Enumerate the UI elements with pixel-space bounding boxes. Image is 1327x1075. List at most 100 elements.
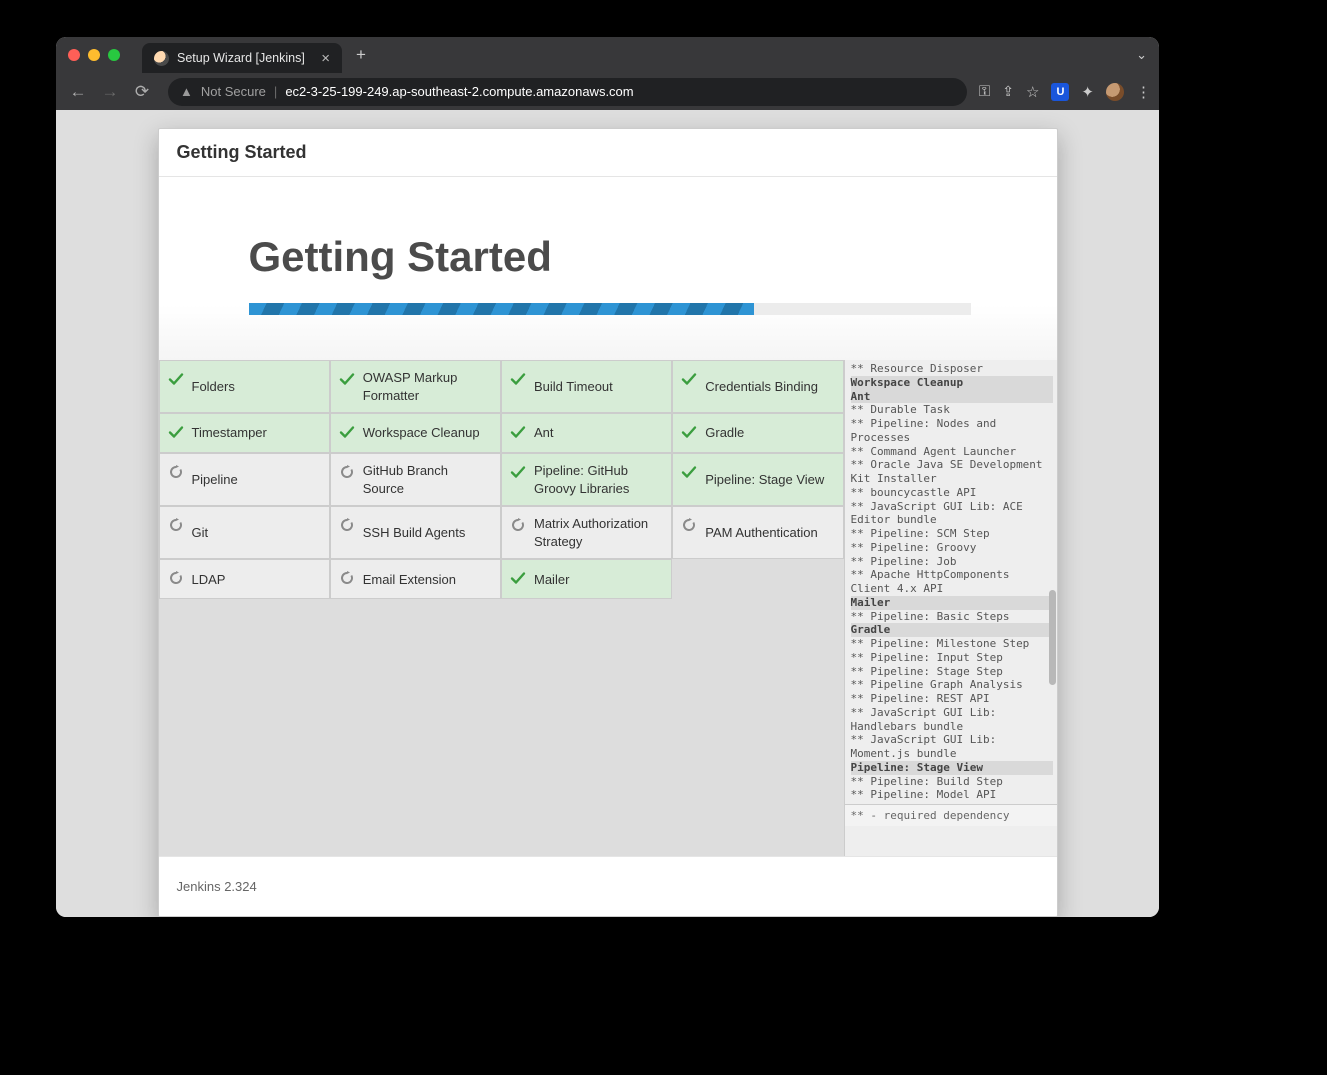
plugin-name: Timestamper	[192, 424, 267, 442]
plugin-name: Git	[192, 524, 209, 542]
log-line: ** JavaScript GUI Lib: Moment.js bundle	[851, 733, 1053, 761]
log-line: ** Oracle Java SE Development Kit Instal…	[851, 458, 1053, 486]
check-icon	[339, 424, 355, 440]
spinner-icon	[168, 464, 184, 480]
log-line: ** Pipeline Graph Analysis	[851, 678, 1053, 692]
bookmark-star-icon[interactable]: ☆	[1026, 83, 1039, 101]
modal-footer: Jenkins 2.324	[159, 856, 1057, 916]
check-icon	[681, 371, 697, 387]
close-window-button[interactable]	[68, 49, 80, 61]
plugin-name: Email Extension	[363, 571, 456, 589]
plugin-name: Folders	[192, 378, 235, 396]
install-log-panel[interactable]: ** Resource DisposerWorkspace CleanupAnt…	[844, 360, 1057, 856]
log-line: ** Pipeline: Model API	[851, 788, 1053, 802]
install-progress-fill	[249, 303, 754, 315]
jenkins-version-label: Jenkins 2.324	[177, 879, 257, 894]
log-section-header: Mailer	[851, 596, 1053, 610]
page-title: Getting Started	[249, 233, 967, 281]
check-icon	[681, 424, 697, 440]
spinner-icon	[339, 464, 355, 480]
log-line: ** Pipeline: Build Step	[851, 775, 1053, 789]
plugin-name: Pipeline: Stage View	[705, 471, 824, 489]
titlebar: Setup Wizard [Jenkins] × + ⌄	[56, 37, 1159, 73]
plugin-cell: OWASP Markup Formatter	[330, 360, 501, 413]
check-icon	[510, 464, 526, 480]
new-tab-button[interactable]: +	[356, 45, 366, 65]
not-secure-icon: ▲	[180, 84, 193, 99]
plugin-name: Pipeline: GitHub Groovy Libraries	[534, 462, 661, 497]
plugin-grid: FoldersOWASP Markup FormatterBuild Timeo…	[159, 360, 844, 856]
plugin-name: Matrix Authorization Strategy	[534, 515, 661, 550]
setup-wizard-modal: Getting Started Getting Started Folders O…	[158, 128, 1058, 917]
toolbar-right: ⚿ ⇪ ☆ U ✦ ⋮	[979, 83, 1151, 101]
log-line: ** Pipeline: REST API	[851, 692, 1053, 706]
plugin-cell: Pipeline: GitHub Groovy Libraries	[501, 453, 672, 506]
log-line: ** JavaScript GUI Lib: Handlebars bundle	[851, 706, 1053, 734]
log-line: ** Pipeline: Stage Step	[851, 665, 1053, 679]
log-line: ** bouncycastle API	[851, 486, 1053, 500]
plugin-cell: Git	[159, 506, 330, 559]
reload-button[interactable]: ⟳	[128, 78, 156, 106]
back-button[interactable]: ←	[64, 78, 92, 106]
url-input[interactable]: ▲ Not Secure | ec2-3-25-199-249.ap-south…	[168, 78, 967, 106]
maximize-window-button[interactable]	[108, 49, 120, 61]
profile-avatar-icon[interactable]	[1106, 83, 1124, 101]
share-icon[interactable]: ⇪	[1002, 83, 1014, 100]
log-line: ** Apache HttpComponents Client 4.x API	[851, 568, 1053, 596]
hero-section: Getting Started	[159, 177, 1057, 360]
tabs-overflow-button[interactable]: ⌄	[1136, 47, 1147, 63]
log-line: ** Resource Disposer	[851, 362, 1053, 376]
minimize-window-button[interactable]	[88, 49, 100, 61]
check-icon	[339, 371, 355, 387]
jenkins-favicon-icon	[154, 51, 169, 66]
log-line: ** Pipeline: Job	[851, 555, 1053, 569]
plugin-name: Credentials Binding	[705, 378, 818, 396]
close-tab-icon[interactable]: ×	[321, 50, 330, 67]
log-line: ** Pipeline: Nodes and Processes	[851, 417, 1053, 445]
browser-tab[interactable]: Setup Wizard [Jenkins] ×	[142, 43, 342, 73]
plugin-install-area: FoldersOWASP Markup FormatterBuild Timeo…	[159, 360, 1057, 856]
plugin-cell: SSH Build Agents	[330, 506, 501, 559]
spinner-icon	[510, 517, 526, 533]
plugin-cell: Matrix Authorization Strategy	[501, 506, 672, 559]
log-line: ** Pipeline: SCM Step	[851, 527, 1053, 541]
password-key-icon[interactable]: ⚿	[979, 83, 990, 100]
forward-button[interactable]: →	[96, 78, 124, 106]
spinner-icon	[168, 517, 184, 533]
window-controls	[68, 49, 120, 61]
plugin-cell: LDAP	[159, 559, 330, 599]
plugin-cell: Ant	[501, 413, 672, 453]
spinner-icon	[339, 517, 355, 533]
check-icon	[510, 371, 526, 387]
modal-header: Getting Started	[159, 129, 1057, 177]
plugin-cell: GitHub Branch Source	[330, 453, 501, 506]
log-line: ** JavaScript GUI Lib: ACE Editor bundle	[851, 500, 1053, 528]
plugin-cell: Pipeline: Stage View	[672, 453, 843, 506]
plugin-name: GitHub Branch Source	[363, 462, 490, 497]
security-status-label: Not Secure	[201, 84, 266, 99]
plugin-name: Mailer	[534, 571, 569, 589]
plugin-cell: Gradle	[672, 413, 843, 453]
log-line: ** Pipeline: Input Step	[851, 651, 1053, 665]
check-icon	[168, 371, 184, 387]
install-progress-bar	[249, 303, 971, 315]
log-section-header: Pipeline: Stage View	[851, 761, 1053, 775]
spinner-icon	[168, 570, 184, 586]
log-line: ** Pipeline: Groovy	[851, 541, 1053, 555]
browser-menu-icon[interactable]: ⋮	[1136, 83, 1151, 101]
bitwarden-extension-icon[interactable]: U	[1051, 83, 1069, 101]
plugin-cell: Mailer	[501, 559, 672, 599]
check-icon	[510, 570, 526, 586]
check-icon	[510, 424, 526, 440]
log-line: ** Pipeline: Milestone Step	[851, 637, 1053, 651]
check-icon	[168, 424, 184, 440]
plugin-name: Gradle	[705, 424, 744, 442]
plugin-name: SSH Build Agents	[363, 524, 466, 542]
plugin-cell: Credentials Binding	[672, 360, 843, 413]
plugin-cell: Folders	[159, 360, 330, 413]
modal-body: Getting Started Folders OWASP Markup Form…	[159, 177, 1057, 856]
extensions-puzzle-icon[interactable]: ✦	[1081, 83, 1094, 101]
address-bar: ← → ⟳ ▲ Not Secure | ec2-3-25-199-249.ap…	[56, 73, 1159, 110]
log-scrollbar-thumb[interactable]	[1049, 590, 1056, 685]
plugin-cell: Pipeline	[159, 453, 330, 506]
